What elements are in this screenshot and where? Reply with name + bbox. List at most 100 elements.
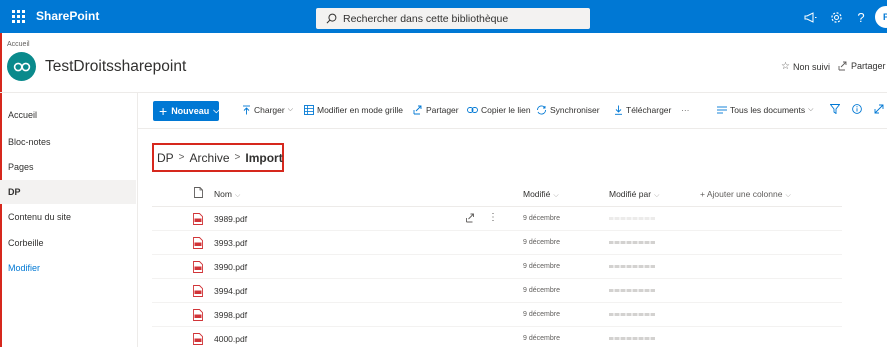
modified-by-redacted	[609, 265, 655, 269]
column-name-label: Nom	[214, 189, 232, 199]
new-label: Nouveau	[171, 106, 210, 116]
site-breadcrumb[interactable]: Accueil	[7, 41, 30, 48]
breadcrumb-item-dp[interactable]: DP	[157, 151, 174, 165]
nav-item-pages[interactable]: Pages	[0, 155, 136, 179]
nav-item-accueil[interactable]: Accueil	[0, 103, 136, 127]
grid-edit-label: Modifier en mode grille	[317, 105, 403, 115]
plus-icon: +	[159, 103, 168, 119]
nav-item-dp[interactable]: DP	[0, 180, 136, 204]
chevron-down-icon: ⌵	[654, 192, 660, 199]
more-icon[interactable]: ···	[681, 105, 690, 115]
table-row[interactable]: 3993.pdf 9 décembre	[152, 231, 842, 255]
column-header-name[interactable]: Nom ⌵	[214, 189, 240, 200]
table-row[interactable]: 4000.pdf 9 décembre	[152, 327, 842, 347]
sync-icon	[537, 105, 546, 115]
left-nav: Accueil Bloc-notes Pages DP Contenu du s…	[0, 93, 138, 347]
share-label: Partager	[851, 61, 886, 71]
share-button[interactable]: Partager	[413, 105, 459, 115]
search-box[interactable]: Rechercher dans cette bibliothèque	[316, 8, 590, 29]
download-icon	[615, 105, 622, 115]
share-icon	[413, 105, 422, 115]
modified-by-redacted	[609, 313, 655, 317]
upload-icon	[243, 105, 250, 115]
gear-icon[interactable]	[827, 8, 845, 26]
table-row[interactable]: 3990.pdf 9 décembre	[152, 255, 842, 279]
expand-icon[interactable]	[874, 104, 887, 114]
share-icon[interactable]	[465, 213, 476, 223]
follow-label: Non suivi	[792, 61, 830, 72]
chevron-down-icon: ⌵	[785, 192, 791, 199]
share-site-button[interactable]: Partager	[838, 61, 886, 71]
megaphone-icon[interactable]	[801, 8, 819, 26]
waffle-icon[interactable]	[6, 0, 30, 33]
site-logo[interactable]	[7, 52, 36, 81]
copy-link-button[interactable]: Copier le lien	[467, 105, 531, 115]
modified-date: 9 décembre	[523, 239, 560, 246]
nav-item-modifier[interactable]: Modifier	[0, 256, 136, 280]
file-name[interactable]: 4000.pdf	[214, 334, 247, 344]
pdf-icon	[193, 285, 203, 297]
site-title: TestDroitssharepoint	[45, 58, 187, 75]
chevron-down-icon: ⌵	[287, 106, 294, 113]
copy-link-label: Copier le lien	[481, 105, 531, 115]
modified-by-redacted	[609, 289, 655, 293]
table-row[interactable]: 3994.pdf 9 décembre	[152, 279, 842, 303]
file-name[interactable]: 3993.pdf	[214, 238, 247, 248]
table-row[interactable]: 3989.pdf ⋮ 9 décembre	[152, 207, 842, 231]
grid-edit-button[interactable]: Modifier en mode grille	[304, 105, 403, 115]
breadcrumb-item-import: Import	[245, 150, 283, 165]
modified-date: 9 décembre	[523, 311, 560, 318]
column-header-modified[interactable]: Modifié ⌵	[523, 189, 559, 200]
view-list-icon	[717, 106, 727, 114]
view-selector[interactable]: Tous les documents ⌵	[717, 105, 813, 115]
modified-by-redacted	[609, 241, 655, 245]
filter-icon[interactable]	[830, 104, 843, 114]
column-modified-label: Modifié	[523, 189, 551, 199]
search-input[interactable]: Rechercher dans cette bibliothèque	[343, 13, 508, 25]
more-actions-icon[interactable]: ⋮	[488, 212, 498, 223]
pdf-icon	[193, 237, 203, 249]
file-name[interactable]: 3989.pdf	[214, 214, 247, 224]
help-icon[interactable]: ?	[852, 8, 870, 26]
command-bar-divider	[138, 128, 887, 129]
info-icon[interactable]	[852, 104, 865, 114]
breadcrumb-item-archive[interactable]: Archive	[190, 151, 230, 165]
pdf-icon	[193, 261, 203, 273]
command-bar: + Nouveau ⌵ Charger ⌵ Modifier en mode g…	[138, 93, 887, 129]
file-name[interactable]: 3990.pdf	[214, 262, 247, 272]
share-label: Partager	[426, 105, 459, 115]
upload-button[interactable]: Charger ⌵	[242, 105, 293, 115]
pdf-icon	[193, 333, 203, 345]
column-header-modified-by[interactable]: Modifié par ⌵	[609, 189, 659, 200]
app-name[interactable]: SharePoint	[36, 9, 99, 23]
download-button[interactable]: Télécharger	[614, 105, 671, 115]
download-label: Télécharger	[626, 105, 672, 115]
suite-bar: SharePoint Rechercher dans cette bibliot…	[0, 0, 887, 33]
file-name[interactable]: 3998.pdf	[214, 310, 247, 320]
nav-item-corbeille[interactable]: Corbeille	[0, 231, 136, 255]
search-icon	[326, 13, 337, 24]
breadcrumb: DP > Archive > Import	[152, 143, 284, 172]
sync-label: Synchroniser	[550, 105, 600, 115]
follow-button[interactable]: ☆ Non suivi	[781, 61, 830, 72]
add-column-button[interactable]: + Ajouter une colonne ⌵	[700, 189, 791, 200]
avatar[interactable]: P	[875, 6, 887, 28]
view-label: Tous les documents	[730, 105, 806, 115]
add-column-label: + Ajouter une colonne	[700, 189, 783, 199]
table-row[interactable]: 3998.pdf 9 décembre	[152, 303, 842, 327]
modified-date: 9 décembre	[523, 263, 560, 270]
new-button[interactable]: + Nouveau ⌵	[153, 101, 219, 121]
file-name[interactable]: 3994.pdf	[214, 286, 247, 296]
chevron-down-icon: ⌵	[808, 106, 814, 113]
nav-item-bloc-notes[interactable]: Bloc-notes	[0, 130, 136, 154]
column-modified-by-label: Modifié par	[609, 189, 652, 199]
modified-by-redacted	[609, 337, 655, 341]
sync-button[interactable]: Synchroniser	[536, 105, 600, 115]
chevron-right-icon: >	[178, 152, 185, 163]
chevron-down-icon: ⌵	[234, 192, 241, 199]
row-actions: ⋮	[465, 212, 498, 223]
modified-by-redacted	[609, 217, 655, 221]
table-header: Nom ⌵ Modifié ⌵ Modifié par ⌵ + Ajouter une…	[152, 181, 842, 207]
nav-item-contenu-du-site[interactable]: Contenu du site	[0, 205, 136, 229]
file-header-icon[interactable]	[194, 187, 203, 200]
